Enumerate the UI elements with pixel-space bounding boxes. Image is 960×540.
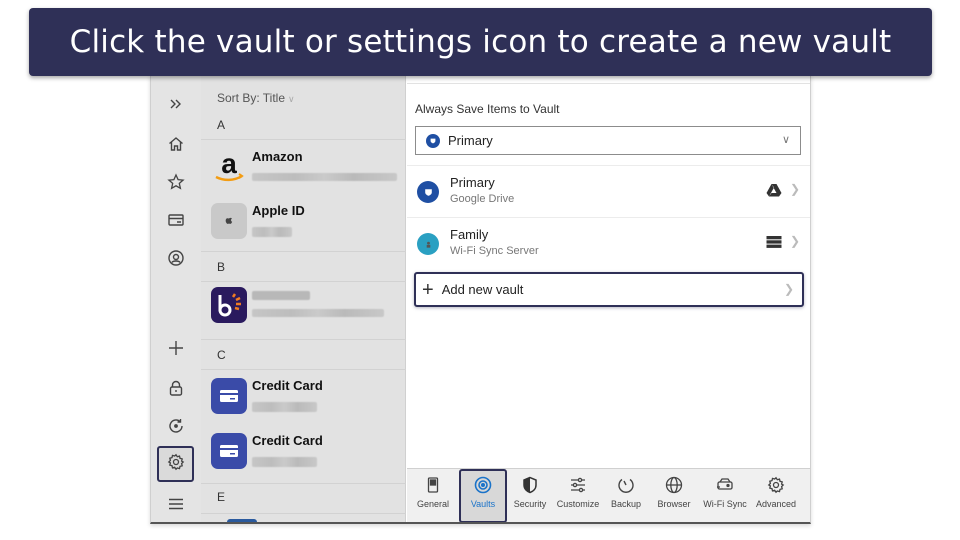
star-icon[interactable] [161, 167, 191, 197]
redacted-number [252, 457, 317, 467]
sort-dropdown[interactable]: Sort By: Title ∨ [217, 91, 295, 105]
list-item-apple-id[interactable]: Apple ID [211, 201, 401, 245]
item-title: Credit Card [252, 378, 323, 393]
item-title: Apple ID [252, 203, 305, 218]
backup-icon [618, 478, 634, 493]
shield-icon [523, 476, 537, 494]
section-letter: A [217, 118, 226, 132]
lock-icon[interactable] [161, 373, 191, 403]
credit-card-icon [211, 433, 247, 469]
double-chevron-right-icon[interactable] [161, 89, 191, 119]
vault-location: Google Drive [450, 193, 515, 205]
google-drive-icon [766, 183, 782, 197]
app-window: Sort By: Title ∨ A a Amazon Apple ID B C… [150, 74, 811, 524]
tab-wifi-sync[interactable]: Wi-Fi Sync [699, 469, 751, 522]
card-icon[interactable] [161, 205, 191, 235]
instruction-banner: Click the vault or settings icon to crea… [29, 8, 932, 76]
divider [201, 339, 406, 340]
vault-name: Primary [450, 175, 495, 190]
divider [201, 369, 406, 370]
settings-tabs: General Vaults Security Customize Backup… [407, 468, 810, 522]
divider [201, 513, 406, 514]
vault-icon [474, 476, 492, 494]
redacted-username [252, 309, 384, 317]
redacted-title [252, 291, 310, 300]
tab-security[interactable]: Security [507, 469, 553, 522]
section-letter: B [217, 260, 226, 274]
switch-icon [427, 477, 439, 493]
sliders-icon [571, 477, 585, 493]
home-icon[interactable] [161, 129, 191, 159]
credit-card-icon [211, 378, 247, 414]
vault-icon [426, 133, 440, 148]
chevron-down-icon: ∨ [781, 134, 790, 146]
hamburger-icon[interactable] [161, 489, 191, 519]
gear-icon [767, 476, 785, 494]
chevron-right-icon: ❯ [789, 182, 800, 196]
chevron-down-icon: ∨ [288, 94, 295, 104]
list-item-b[interactable] [211, 285, 401, 329]
redacted-username [252, 173, 397, 181]
tab-label: Advanced [755, 499, 797, 509]
selected-vault: Primary [448, 133, 493, 148]
divider [201, 483, 406, 484]
user-circle-icon[interactable] [161, 243, 191, 273]
divider [201, 281, 406, 282]
always-save-label: Always Save Items to Vault [415, 102, 560, 116]
tab-label: Browser [657, 499, 691, 509]
plus-icon: + [422, 278, 434, 301]
divider [201, 251, 406, 252]
chevron-right-icon: ❯ [783, 282, 794, 296]
plus-icon[interactable] [161, 333, 191, 363]
family-vault-icon [417, 233, 439, 255]
tab-browser[interactable]: Browser [649, 469, 699, 522]
tab-label: Wi-Fi Sync [703, 499, 747, 509]
vault-row-primary[interactable]: Primary Google Drive ❯ [407, 165, 810, 217]
tab-vaults[interactable]: Vaults [459, 469, 507, 522]
sort-label: Sort By: Title [217, 91, 286, 105]
sync-icon[interactable] [161, 411, 191, 441]
add-new-vault-button[interactable]: + Add new vault ❯ [414, 272, 804, 307]
amazon-logo: a [211, 149, 247, 185]
item-title: Credit Card [252, 433, 323, 448]
tab-advanced[interactable]: Advanced [751, 469, 801, 522]
partial-list-item [227, 519, 257, 522]
gear-icon [167, 453, 185, 476]
list-item-amazon[interactable]: a Amazon [211, 147, 401, 191]
globe-icon [665, 476, 683, 494]
divider [201, 139, 406, 140]
svg-text:a: a [221, 149, 237, 179]
vault-icon [417, 181, 439, 203]
vault-name: Family [450, 227, 489, 242]
tab-label: Security [513, 499, 547, 509]
item-list: Sort By: Title ∨ A a Amazon Apple ID B C… [201, 75, 406, 522]
settings-button[interactable] [157, 446, 194, 482]
server-icon [766, 235, 782, 249]
vault-location: Wi-Fi Sync Server [450, 245, 539, 257]
tab-label: Backup [610, 499, 642, 509]
tab-label: General [416, 499, 450, 509]
section-letter: E [217, 490, 226, 504]
tab-backup[interactable]: Backup [603, 469, 649, 522]
nav-rail [151, 75, 201, 522]
divider [407, 83, 810, 84]
tab-general[interactable]: General [407, 469, 459, 522]
add-vault-label: Add new vault [441, 282, 524, 297]
tab-label: Customize [556, 499, 600, 509]
redacted-username [252, 227, 292, 237]
default-vault-select[interactable]: Primary ∨ [415, 126, 801, 155]
apple-logo [211, 203, 247, 239]
b-logo [211, 287, 247, 323]
list-item-credit-card[interactable]: Credit Card [211, 376, 401, 420]
vault-settings-panel: Always Save Items to Vault Primary ∨ Pri… [407, 75, 810, 522]
tab-customize[interactable]: Customize [553, 469, 603, 522]
section-letter: C [217, 348, 226, 362]
chevron-right-icon: ❯ [789, 234, 800, 248]
redacted-number [252, 402, 317, 412]
vault-row-family[interactable]: Family Wi-Fi Sync Server ❯ [407, 217, 810, 269]
tab-label: Vaults [470, 499, 496, 509]
item-title: Amazon [252, 149, 303, 164]
list-item-credit-card[interactable]: Credit Card [211, 431, 401, 475]
wifi-sync-icon [717, 478, 733, 490]
